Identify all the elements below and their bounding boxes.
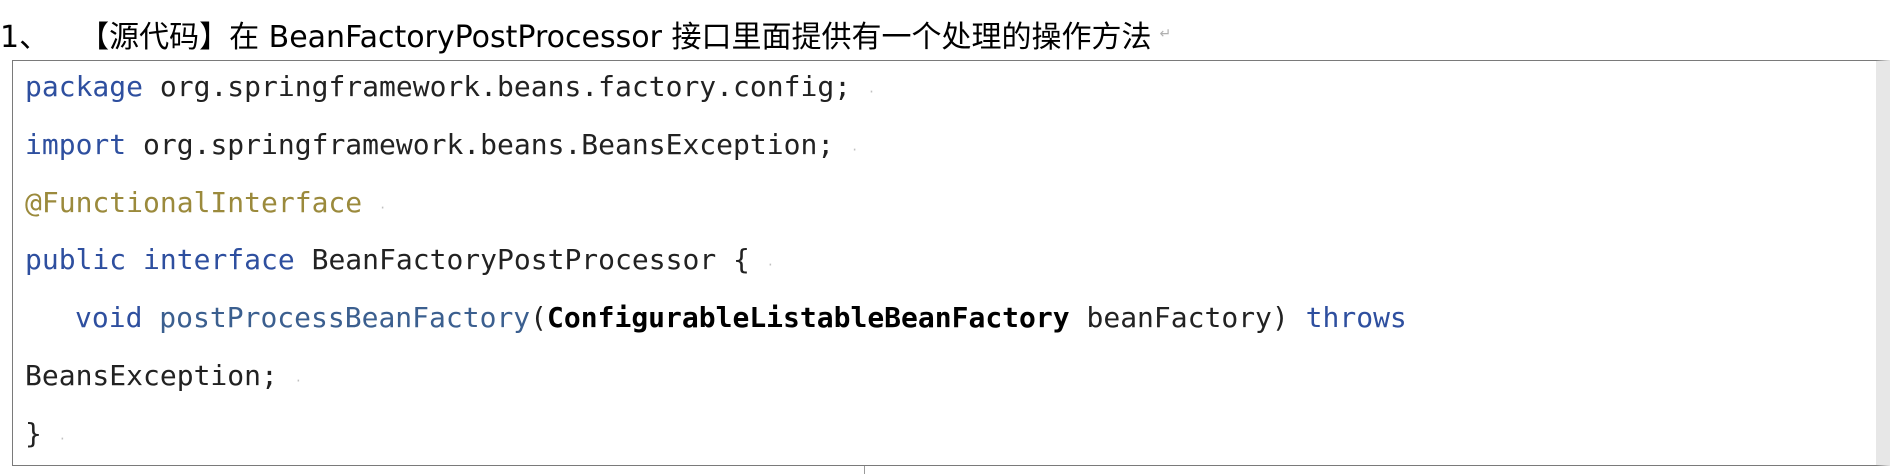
exception-type: BeansException;	[25, 359, 278, 392]
line-mark: ·	[294, 374, 302, 388]
code-line-close: } ·	[25, 412, 66, 456]
document-page: 1、 【源代码】在 BeanFactoryPostProcessor 接口里面提…	[0, 0, 1896, 474]
param-type: ConfigurableListableBeanFactory	[547, 301, 1070, 334]
code-line-annotation: @FunctionalInterface ·	[25, 181, 386, 225]
code-line-interface-decl: public interface BeanFactoryPostProcesso…	[25, 238, 774, 282]
open-paren: (	[530, 301, 548, 334]
page-divider	[864, 466, 865, 474]
keyword-public: public	[25, 243, 127, 276]
code-block: package org.springframework.beans.factor…	[12, 60, 1890, 466]
code-line-package: package org.springframework.beans.factor…	[25, 65, 875, 109]
closing-brace: }	[25, 417, 42, 450]
code-line-import: import org.springframework.beans.BeansEx…	[25, 123, 858, 167]
keyword-void: void	[75, 301, 143, 334]
keyword-interface: interface	[143, 243, 295, 276]
line-mark: ·	[867, 85, 876, 99]
annotation-functional-interface: @FunctionalInterface	[25, 186, 363, 219]
package-path: org.springframework.beans.factory.config…	[143, 70, 852, 103]
section-heading: 1、 【源代码】在 BeanFactoryPostProcessor 接口里面提…	[0, 10, 1171, 58]
param-name: beanFactory)	[1069, 301, 1289, 334]
code-line-method: void postProcessBeanFactory(Configurable…	[75, 296, 1407, 340]
keyword-package: package	[25, 70, 144, 103]
keyword-import: import	[25, 128, 127, 161]
import-path: org.springframework.beans.BeansException…	[126, 128, 835, 161]
line-mark: ·	[851, 143, 859, 157]
line-mark: ·	[766, 258, 774, 272]
interface-name: BeanFactoryPostProcessor {	[294, 243, 750, 276]
keyword-throws: throws	[1305, 301, 1407, 334]
code-line-exception: BeansException; ·	[25, 354, 302, 398]
line-mark: ·	[58, 432, 66, 446]
paragraph-mark: ↵	[1159, 26, 1172, 42]
heading-text: 【源代码】在 BeanFactoryPostProcessor 接口里面提供有一…	[79, 20, 1152, 55]
method-name: postProcessBeanFactory	[159, 301, 531, 334]
line-mark: ·	[379, 201, 387, 215]
heading-number: 1、	[0, 20, 50, 55]
